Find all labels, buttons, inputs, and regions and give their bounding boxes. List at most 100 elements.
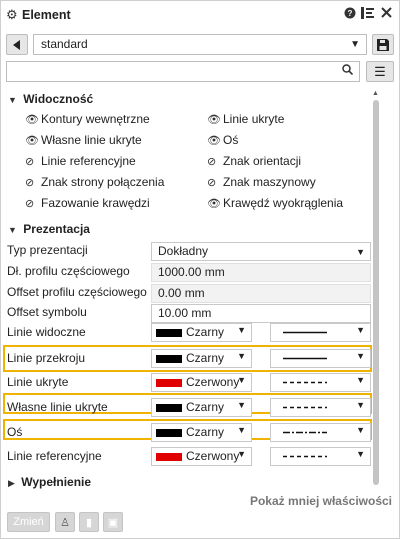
field-label: Linie przekroju: [7, 351, 86, 365]
visibility-toggle[interactable]: 👁 Kontury wewnętrzne: [25, 112, 150, 126]
show-less-link[interactable]: Pokaż mniej właściwości: [250, 494, 392, 508]
color-name: Czarny: [186, 425, 225, 439]
svg-text:?: ?: [348, 9, 353, 18]
color-select[interactable]: Czarny ▼: [151, 323, 252, 342]
chevron-down-icon: ▼: [356, 247, 365, 257]
section-title: Widoczność: [23, 92, 94, 106]
save-icon: [377, 38, 389, 51]
chevron-down-icon: ▼: [356, 425, 365, 435]
collapse-icon: ▼: [8, 225, 17, 235]
symbol-offset-input[interactable]: 10.00 mm: [151, 304, 371, 323]
color-select[interactable]: Czarny ▼: [151, 423, 252, 442]
back-button[interactable]: [6, 34, 28, 55]
chevron-down-icon: ▼: [237, 400, 246, 410]
color-select[interactable]: Czarny ▼: [151, 398, 252, 417]
field-value: 1000.00 mm: [158, 265, 225, 279]
copy-icon: ▮: [85, 516, 93, 529]
scroll-up-icon[interactable]: ▲: [372, 90, 379, 97]
dropper-icon: ♙: [60, 516, 70, 529]
eye-off-icon: ⊘: [207, 177, 217, 189]
scrollbar-thumb[interactable]: [373, 100, 379, 485]
visibility-label: Znak maszynowy: [223, 175, 316, 189]
select-value: Dokładny: [158, 244, 209, 258]
pick-button[interactable]: ♙: [55, 512, 75, 532]
field-label: Linie widoczne: [7, 325, 86, 339]
visibility-label: Znak strony połączenia: [41, 175, 165, 189]
color-name: Czarny: [186, 351, 225, 365]
visibility-toggle[interactable]: 👁 Własne linie ukryte: [25, 133, 142, 147]
chevron-down-icon: ▼: [356, 400, 365, 410]
menu-icon: ☰: [374, 63, 386, 79]
color-select[interactable]: Czarny ▼: [151, 349, 252, 368]
chevron-down-icon: ▼: [237, 425, 246, 435]
field-label: Oś: [7, 425, 23, 439]
eye-off-icon: ⊘: [207, 156, 217, 168]
chevron-down-icon: ▼: [356, 325, 365, 335]
line-style-select[interactable]: ▼: [270, 323, 371, 342]
close-icon[interactable]: [381, 7, 392, 21]
color-select[interactable]: Czerwony ▼: [151, 447, 252, 466]
field-label: Dł. profilu częściowego: [7, 264, 130, 278]
visibility-toggle[interactable]: 👁 Krawędź wyokrąglenia: [207, 196, 343, 210]
section-visibility-header[interactable]: ▼ Widoczność: [8, 92, 93, 106]
line-style-select[interactable]: ▼: [270, 447, 371, 466]
section-fill-header[interactable]: ▶ Wypełnienie: [8, 475, 91, 489]
menu-button[interactable]: ☰: [366, 61, 394, 82]
line-style-select[interactable]: ▼: [270, 349, 371, 368]
color-name: Czerwony: [186, 375, 240, 389]
field-label: Offset profilu częściowego: [7, 285, 147, 299]
visibility-toggle[interactable]: ⊘ Znak orientacji: [207, 154, 301, 168]
visibility-toggle[interactable]: 👁 Oś: [207, 133, 238, 147]
line-style-preview: [283, 406, 327, 409]
eye-icon: 👁: [25, 135, 39, 147]
help-icon[interactable]: ?: [344, 7, 356, 22]
section-title: Wypełnienie: [21, 475, 92, 489]
preset-select[interactable]: standard ▼: [33, 34, 367, 55]
layout-icon[interactable]: [361, 7, 374, 22]
gear-icon: ⚙: [6, 7, 18, 22]
visibility-label: Linie ukryte: [223, 112, 285, 126]
visibility-toggle[interactable]: ⊘ Linie referencyjne: [25, 154, 136, 168]
search-icon: [342, 64, 354, 78]
visibility-label: Własne linie ukryte: [41, 133, 142, 147]
expand-icon: ▶: [8, 478, 15, 488]
field-value: 10.00 mm: [158, 306, 212, 320]
field-label: Typ prezentacji: [7, 243, 88, 257]
section-title: Prezentacja: [23, 222, 90, 236]
chevron-down-icon: ▼: [350, 39, 360, 50]
partial-offset-field: 0.00 mm: [151, 284, 371, 303]
search-input[interactable]: [6, 61, 360, 82]
chevron-down-icon: ▼: [237, 449, 246, 459]
line-style-select[interactable]: ▼: [270, 398, 371, 417]
save-button[interactable]: [372, 34, 394, 55]
visibility-toggle[interactable]: ⊘ Znak strony połączenia: [25, 175, 164, 189]
line-style-preview: [283, 357, 327, 360]
paste-button[interactable]: ▣: [103, 512, 123, 532]
chevron-down-icon: ▼: [237, 351, 246, 361]
color-swatch: [156, 404, 182, 412]
eye-icon: 👁: [207, 198, 221, 210]
arrow-left-icon: [13, 39, 20, 50]
field-value: 0.00 mm: [158, 286, 205, 300]
color-select[interactable]: Czerwony ▼: [151, 373, 252, 392]
visibility-label: Znak orientacji: [223, 154, 302, 168]
eye-icon: 👁: [207, 114, 221, 126]
line-style-preview: [283, 331, 327, 334]
eye-off-icon: ⊘: [25, 177, 35, 189]
visibility-toggle[interactable]: ⊘ Znak maszynowy: [207, 175, 316, 189]
eye-icon: 👁: [25, 114, 39, 126]
color-swatch: [156, 429, 182, 437]
visibility-label: Linie referencyjne: [41, 154, 136, 168]
chevron-down-icon: ▼: [237, 325, 246, 335]
copy-button[interactable]: ▮: [79, 512, 99, 532]
line-style-preview: [283, 431, 327, 434]
line-style-preview: [283, 455, 327, 458]
visibility-toggle[interactable]: 👁 Linie ukryte: [207, 112, 284, 126]
visibility-toggle[interactable]: ⊘ Fazowanie krawędzi: [25, 196, 150, 210]
section-presentation-header[interactable]: ▼ Prezentacja: [8, 222, 90, 236]
presentation-type-select[interactable]: Dokładny ▼: [151, 242, 371, 261]
modify-button[interactable]: Zmień: [7, 512, 50, 532]
line-style-select[interactable]: ▼: [270, 373, 371, 392]
line-style-select[interactable]: ▼: [270, 423, 371, 442]
color-swatch: [156, 453, 182, 461]
